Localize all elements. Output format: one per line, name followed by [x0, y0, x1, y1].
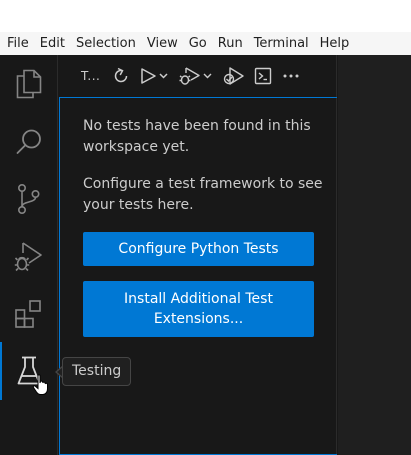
no-tests-message: No tests have been found in this workspa…	[83, 118, 311, 155]
testing-tooltip: Testing	[62, 357, 132, 386]
show-output-button[interactable]	[249, 64, 277, 88]
run-debug-icon	[14, 242, 42, 272]
source-control-icon	[17, 183, 40, 214]
menu-help[interactable]: Help	[314, 32, 355, 55]
window-title-strip	[0, 0, 411, 32]
activity-search[interactable]	[0, 113, 58, 171]
debug-tests-button[interactable]	[173, 64, 219, 88]
menu-view[interactable]: View	[141, 32, 183, 55]
show-output-icon	[254, 67, 272, 85]
sidebar-header: T...	[59, 55, 337, 97]
activity-explorer[interactable]	[0, 55, 58, 113]
more-icon	[283, 74, 299, 78]
refresh-tests-button[interactable]	[107, 64, 135, 88]
activity-run-and-debug[interactable]	[0, 228, 58, 286]
run-tests-icon	[141, 68, 168, 84]
activity-source-control[interactable]	[0, 170, 58, 228]
menu-selection[interactable]: Selection	[70, 32, 141, 55]
debug-tests-icon	[179, 67, 212, 85]
testing-view-body: No tests have been found in this workspa…	[59, 97, 337, 455]
hand-cursor-icon	[32, 374, 48, 395]
more-actions-button[interactable]	[277, 64, 305, 88]
run-with-coverage-button[interactable]	[219, 64, 249, 88]
run-with-coverage-icon	[223, 67, 244, 85]
activity-extensions[interactable]	[0, 285, 58, 343]
view-title: T...	[81, 69, 101, 83]
active-indicator	[0, 342, 2, 400]
extensions-icon	[15, 300, 41, 328]
menu-bar: File Edit Selection View Go Run Terminal…	[0, 32, 411, 55]
menu-file[interactable]: File	[0, 32, 34, 55]
search-icon	[16, 129, 41, 154]
configure-python-tests-button[interactable]: Configure Python Tests	[83, 232, 314, 266]
menu-go[interactable]: Go	[183, 32, 212, 55]
editor-area	[338, 55, 411, 455]
files-icon	[16, 69, 42, 99]
run-tests-button[interactable]	[135, 64, 173, 88]
menu-terminal[interactable]: Terminal	[248, 32, 314, 55]
testing-sidebar: T... No tests have been found in this wo…	[59, 55, 337, 455]
refresh-icon	[114, 67, 128, 83]
install-test-extensions-button[interactable]: Install Additional Test Extensions...	[83, 281, 314, 337]
configure-hint-message: Configure a test framework to see your t…	[83, 176, 323, 213]
menu-run[interactable]: Run	[212, 32, 248, 55]
menu-edit[interactable]: Edit	[34, 32, 70, 55]
